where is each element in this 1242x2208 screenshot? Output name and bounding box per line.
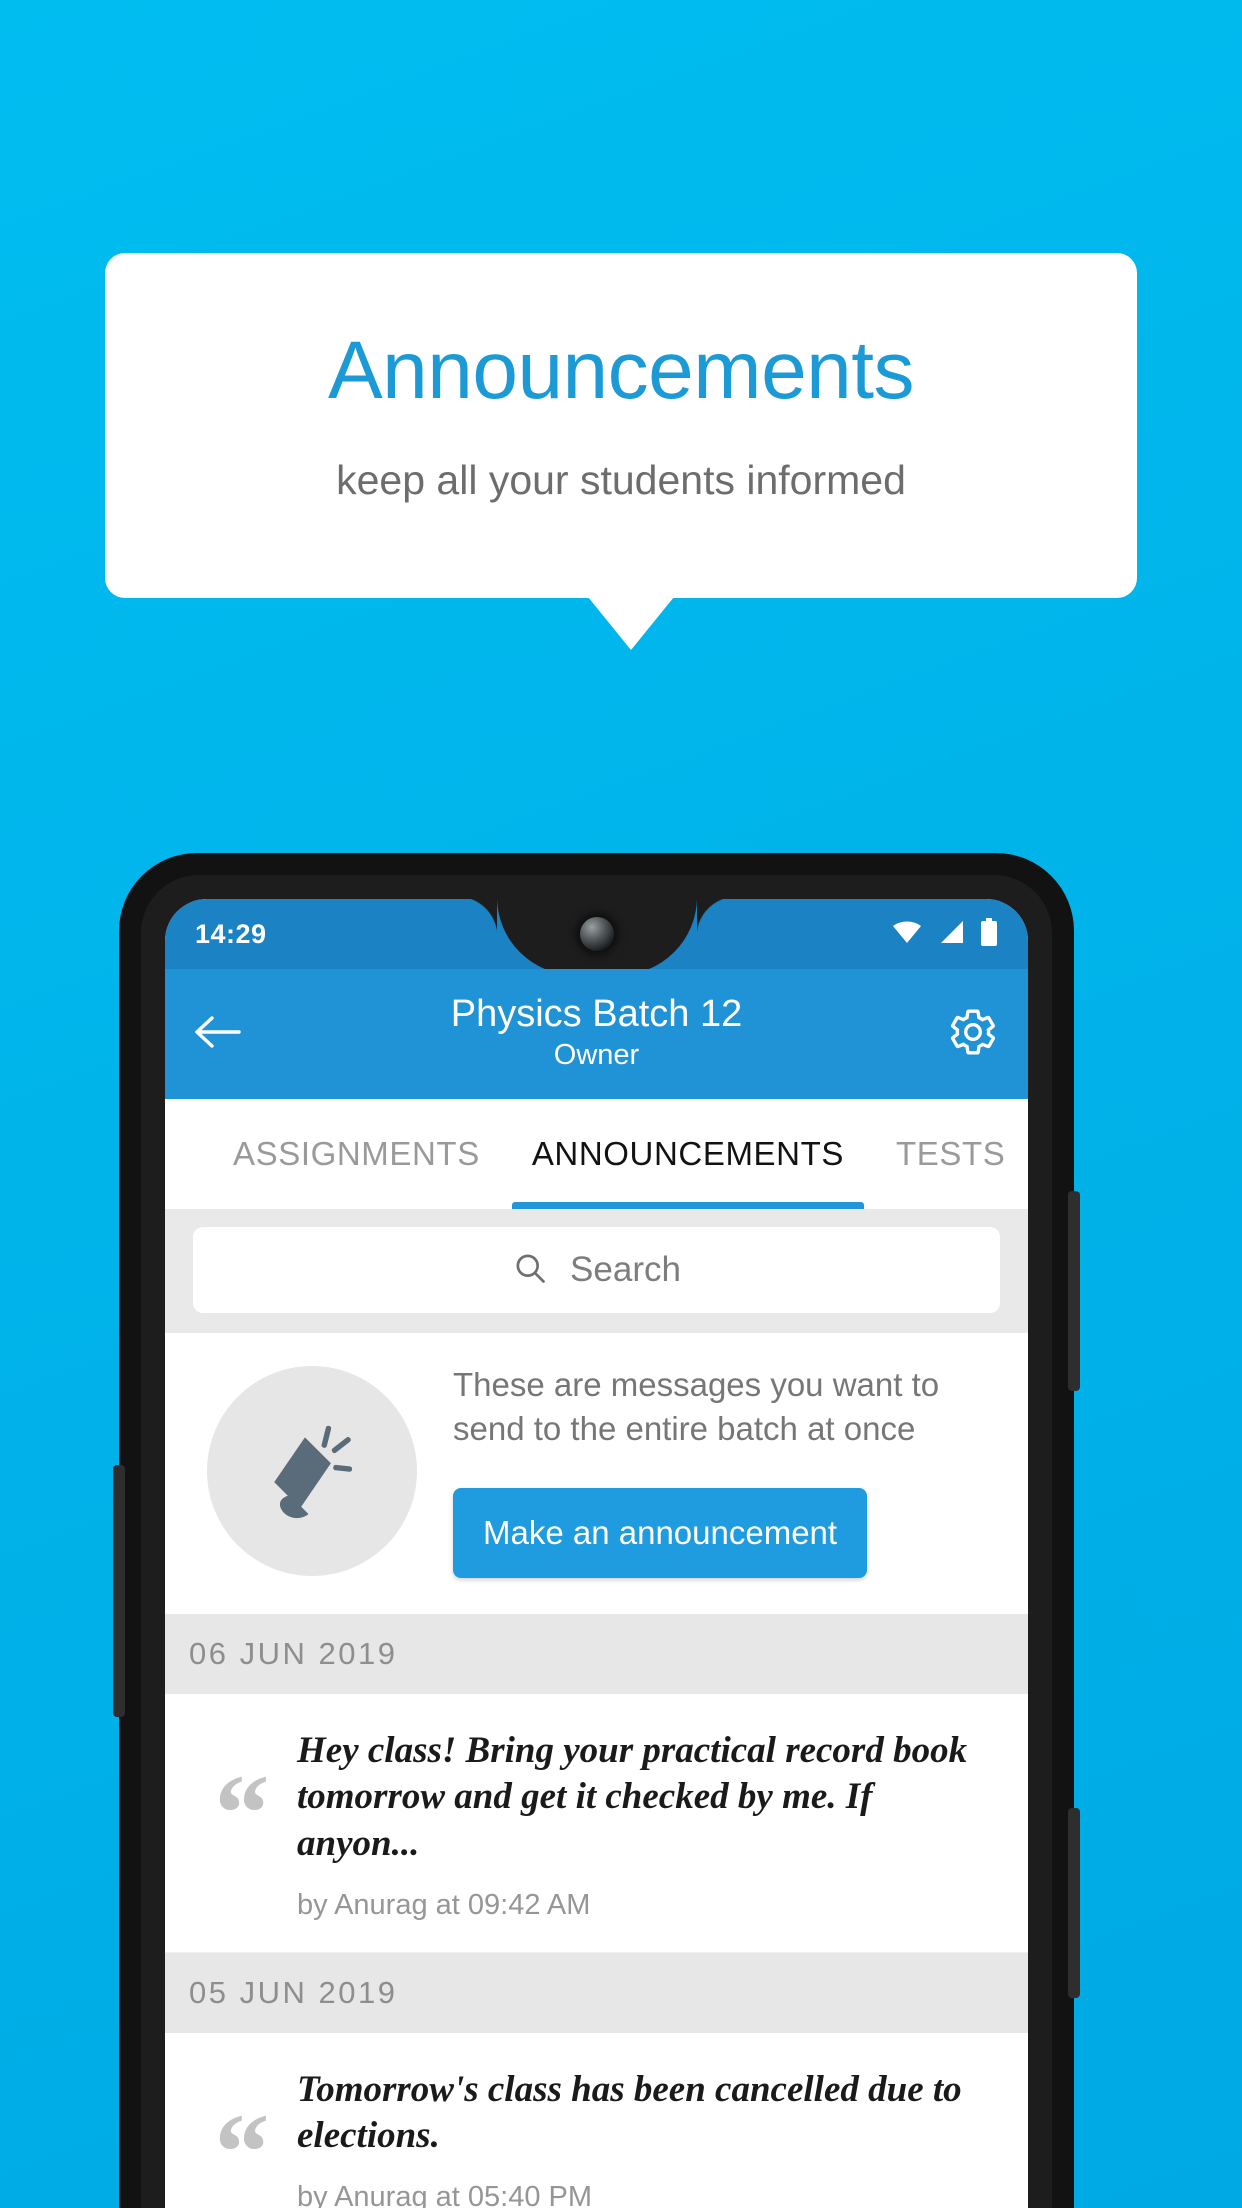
announcement-body: Hey class! Bring your practical record b…: [297, 1728, 1006, 1922]
quote-mark-icon: “: [214, 1752, 270, 1875]
phone-frame: 14:29 Physics Batch 12 Owner ASSIGNMENTS…: [113, 853, 1080, 2208]
callout-tail: [588, 597, 674, 650]
front-camera-icon: [579, 917, 614, 951]
date-header: 06 JUN 2019: [165, 1614, 1028, 1695]
search-icon: [512, 1250, 548, 1291]
gear-icon: [948, 1007, 998, 1062]
app-bar-titles: Physics Batch 12 Owner: [165, 993, 1028, 1076]
megaphone-circle: [207, 1365, 417, 1576]
quote-mark-icon: “: [214, 2090, 270, 2208]
back-arrow-icon: [195, 1015, 241, 1054]
settings-button[interactable]: [948, 1007, 998, 1062]
tab-announcements[interactable]: ANNOUNCEMENTS: [506, 1099, 870, 1209]
search-section: Search: [165, 1209, 1028, 1333]
phone-viewport: 14:29 Physics Batch 12 Owner ASSIGNMENTS…: [165, 899, 1028, 2208]
announcement-text: Tomorrow's class has been cancelled due …: [297, 2068, 962, 2157]
callout-title: Announcements: [327, 325, 915, 416]
back-button[interactable]: [195, 1015, 241, 1054]
callout-subtitle: keep all your students informed: [336, 457, 906, 503]
announcement-item[interactable]: “ Tomorrow's class has been cancelled du…: [165, 2032, 1028, 2208]
phone-notch: [456, 899, 697, 975]
phone-volume-button[interactable]: [113, 1465, 125, 1717]
announcement-meta: by Anurag at 05:40 PM: [297, 2181, 593, 2208]
phone-power-button[interactable]: [1068, 1191, 1080, 1391]
signal-icon: [938, 920, 964, 949]
promo-banner: These are messages you want to send to t…: [165, 1333, 1028, 1615]
announcement-body: Tomorrow's class has been cancelled due …: [297, 2067, 1006, 2208]
status-icons: [892, 917, 998, 951]
announcement-meta: by Anurag at 09:42 AM: [297, 1888, 591, 1921]
tab-bar[interactable]: ASSIGNMENTS ANNOUNCEMENTS TESTS \u0027: [165, 1099, 1028, 1209]
megaphone-icon: [253, 1409, 371, 1532]
phone-assistant-button[interactable]: [1068, 1808, 1080, 1998]
announcement-text: Hey class! Bring your practical record b…: [297, 1730, 968, 1864]
search-placeholder: Search: [570, 1250, 681, 1289]
app-bar: Physics Batch 12 Owner: [165, 969, 1028, 1099]
callout-card: Announcements keep all your students inf…: [105, 253, 1137, 598]
battery-icon: [980, 917, 998, 951]
promo-description: These are messages you want to send to t…: [453, 1366, 940, 1447]
announcement-item[interactable]: “ Hey class! Bring your practical record…: [165, 1694, 1028, 1953]
tab-assignments[interactable]: ASSIGNMENTS: [207, 1099, 506, 1209]
status-bar: 14:29: [165, 899, 1028, 975]
page-title: Physics Batch 12: [450, 992, 743, 1035]
promo-content: These are messages you want to send to t…: [427, 1363, 1000, 1579]
promo-screenshot: Announcements keep all your students inf…: [0, 0, 1242, 2208]
page-subtitle: Owner: [553, 1039, 640, 1072]
date-header: 05 JUN 2019: [165, 1952, 1028, 2033]
wifi-icon: [892, 920, 922, 949]
search-input[interactable]: Search: [193, 1227, 1000, 1313]
tab-tests[interactable]: TESTS: [870, 1099, 1028, 1209]
status-time: 14:29: [195, 918, 267, 949]
make-announcement-button[interactable]: Make an announcement: [453, 1488, 868, 1579]
